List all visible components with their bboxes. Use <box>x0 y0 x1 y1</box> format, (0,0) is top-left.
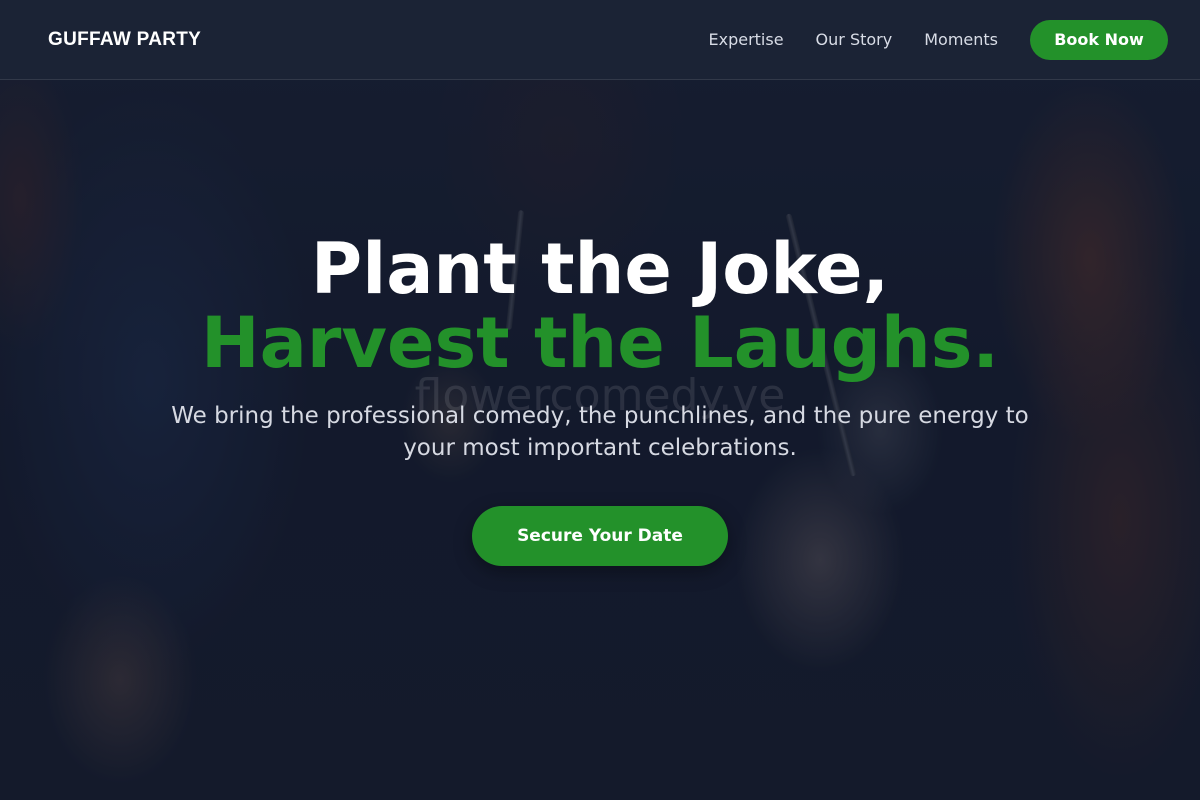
nav-link-expertise[interactable]: Expertise <box>708 30 783 49</box>
headline-line-1: Plant the Joke, <box>310 228 890 310</box>
book-now-button[interactable]: Book Now <box>1030 19 1168 60</box>
headline-line-2: Harvest the Laughs. <box>201 302 999 384</box>
hero-headline: Plant the Joke, Harvest the Laughs. <box>0 232 1200 380</box>
brand-logo[interactable]: GUFFAW PARTY <box>48 29 201 51</box>
site-header: GUFFAW PARTY Expertise Our Story Moments… <box>0 0 1200 80</box>
landing-page: GUFFAW PARTY Expertise Our Story Moments… <box>0 0 1200 800</box>
hero-section: flowercomedy.ve Plant the Joke, Harvest … <box>0 80 1200 800</box>
secure-date-button[interactable]: Secure Your Date <box>472 506 728 566</box>
nav-link-moments[interactable]: Moments <box>924 30 998 49</box>
hero-subtext: We bring the professional comedy, the pu… <box>171 403 1029 461</box>
main-nav: Expertise Our Story Moments Book Now <box>708 19 1168 60</box>
nav-link-our-story[interactable]: Our Story <box>816 30 893 49</box>
